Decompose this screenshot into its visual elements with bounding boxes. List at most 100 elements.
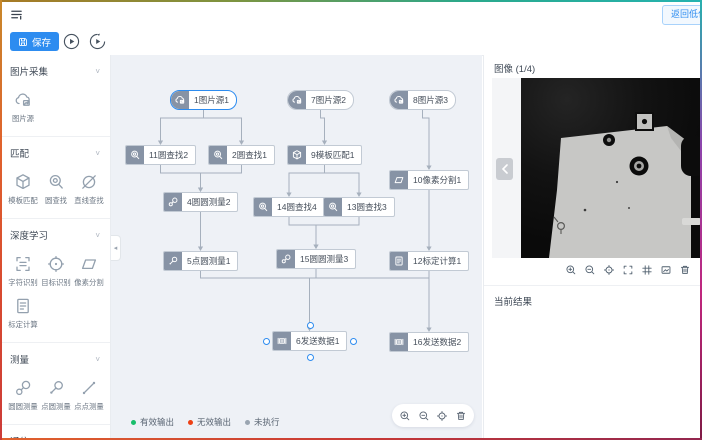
tool-item-标定计算[interactable]: 标定计算 xyxy=(6,292,39,330)
legend-dot xyxy=(245,420,250,425)
zoom-out-icon[interactable] xyxy=(584,264,596,276)
sidebar-section-items: 图片源 xyxy=(0,82,110,128)
tool-item-label: 圆圆测量 xyxy=(8,401,37,411)
cloud-image-icon xyxy=(390,91,408,109)
app-window: 返回低代码 保存 图片采集˅ 图片源匹配˅ 模板匹配圆查找直线查找深度学习˅ 字符识别… xyxy=(0,0,702,440)
tool-item-圆查找[interactable]: 圆查找 xyxy=(39,168,72,206)
flow-node-n11[interactable]: 11圆查找2 xyxy=(125,145,196,165)
send-data-icon xyxy=(390,333,408,351)
flow-node-n4[interactable]: 4圆圆测量2 xyxy=(163,192,238,212)
grid-icon[interactable] xyxy=(641,264,653,276)
zoom-in-icon[interactable] xyxy=(565,264,577,276)
flow-node-n8[interactable]: 8图片源3 xyxy=(389,90,456,110)
circle-find-icon xyxy=(324,198,342,216)
flow-node-n9[interactable]: 9模板匹配1 xyxy=(287,145,362,165)
step-run-icon[interactable] xyxy=(89,33,106,50)
point-point-icon xyxy=(79,378,99,398)
zoom-in-icon[interactable] xyxy=(399,410,411,422)
menu-icon[interactable] xyxy=(10,8,23,26)
tool-item-图片源[interactable]: 图片源 xyxy=(6,86,39,124)
tool-item-label: 点圆测量 xyxy=(41,401,70,411)
flow-node-n5[interactable]: 5点圆测量1 xyxy=(163,251,238,271)
tool-item-label: 标定计算 xyxy=(8,319,37,329)
chevron-down-icon[interactable]: ˅ xyxy=(95,149,100,158)
legend-item: 有效输出 xyxy=(131,416,174,428)
tool-item-直线查找[interactable]: 直线查找 xyxy=(72,168,105,206)
image-viewer xyxy=(492,78,702,258)
chevron-down-icon[interactable]: ˅ xyxy=(95,437,100,440)
selection-handle[interactable] xyxy=(350,338,357,345)
chevron-down-icon[interactable]: ˅ xyxy=(95,67,100,76)
tool-item-点点测量[interactable]: 点点测量 xyxy=(72,374,105,412)
locate-icon[interactable] xyxy=(436,410,448,422)
save-button[interactable]: 保存 xyxy=(10,32,59,51)
circle-find-icon xyxy=(254,198,272,216)
trash-icon[interactable] xyxy=(679,264,691,276)
sidebar-section-title: 测量 xyxy=(10,352,29,366)
circle-find-icon xyxy=(209,146,227,164)
legend-label: 未执行 xyxy=(254,416,280,428)
zoom-out-icon[interactable] xyxy=(418,410,430,422)
selection-handle[interactable] xyxy=(307,322,314,329)
calc-doc-icon xyxy=(390,252,408,270)
flow-edge xyxy=(289,217,316,245)
flow-node-n12[interactable]: 12标定计算1 xyxy=(389,251,469,271)
flow-node-n10[interactable]: 10像素分割1 xyxy=(389,170,469,190)
tool-item-目标识别[interactable]: 目标识别 xyxy=(39,250,72,288)
segment-icon xyxy=(390,171,408,189)
sidebar-section-header[interactable]: 通信˅ xyxy=(0,432,110,440)
flow-node-n7[interactable]: 7图片源2 xyxy=(287,90,354,110)
back-to-lowcode-button[interactable]: 返回低代码 xyxy=(662,5,702,25)
node-label: 8图片源3 xyxy=(408,94,455,106)
flow-canvas[interactable]: ◂ 有效输出 无效输出 未执行 1图片源1 7图片源2 8图片源3 11圆查找2 2圆查找1… xyxy=(111,55,482,440)
tool-item-点圆测量[interactable]: 点圆测量 xyxy=(39,374,72,412)
tool-item-圆圆测量[interactable]: 圆圆测量 xyxy=(6,374,39,412)
flow-node-n1[interactable]: 1图片源1 xyxy=(170,90,237,110)
flow-node-n6[interactable]: 6发送数据1 xyxy=(272,331,347,351)
sidebar-section-header[interactable]: 匹配˅ xyxy=(0,144,110,164)
current-result-title: 当前结果 xyxy=(484,286,702,313)
flow-node-n15[interactable]: 15圆圆测量3 xyxy=(276,249,356,269)
flow-edge xyxy=(310,271,430,327)
flow-node-n2[interactable]: 2圆查找1 xyxy=(208,145,275,165)
node-label: 11圆查找2 xyxy=(144,149,195,161)
legend-item: 无效输出 xyxy=(188,416,231,428)
sidebar-section-items: 圆圆测量点圆测量点点测量 xyxy=(0,370,110,416)
cloud-image-icon xyxy=(13,90,33,110)
locate-icon[interactable] xyxy=(603,264,615,276)
chevron-down-icon[interactable]: ˅ xyxy=(95,355,100,364)
industrial-part-image xyxy=(521,78,702,258)
trash-icon[interactable] xyxy=(455,410,467,422)
node-label: 4圆圆测量2 xyxy=(182,196,237,208)
sidebar-section-header[interactable]: 图片采集˅ xyxy=(0,62,110,82)
node-label: 12标定计算1 xyxy=(408,255,468,267)
chevron-left-icon[interactable] xyxy=(496,158,513,180)
line-find-icon xyxy=(79,172,99,192)
current-result-section: 当前结果 xyxy=(484,285,702,313)
sidebar-section-header[interactable]: 深度学习˅ xyxy=(0,226,110,246)
cube-icon xyxy=(13,172,33,192)
selection-handle[interactable] xyxy=(263,338,270,345)
chevron-down-icon[interactable]: ˅ xyxy=(95,231,100,240)
send-data-icon xyxy=(273,332,291,350)
tool-item-字符识别[interactable]: 字符识别 xyxy=(6,250,39,288)
sidebar-section: 通信˅ xyxy=(0,425,110,440)
flow-node-n16[interactable]: 16发送数据2 xyxy=(389,332,469,352)
compare-icon[interactable] xyxy=(660,264,672,276)
circle-circle-icon xyxy=(277,250,295,268)
sidebar-section-header[interactable]: 测量 ˅ xyxy=(0,350,110,370)
edit-toolbar: 保存 xyxy=(0,28,702,56)
fullscreen-icon[interactable] xyxy=(622,264,634,276)
flow-edge xyxy=(201,165,242,188)
selection-handle[interactable] xyxy=(307,354,314,361)
tool-item-label: 模板匹配 xyxy=(8,195,37,205)
result-panel: 图像 (1/4) xyxy=(483,55,702,440)
status-legend: 有效输出 无效输出 未执行 xyxy=(131,416,280,428)
flow-node-n13[interactable]: 13圆查找3 xyxy=(323,197,395,217)
run-icon[interactable] xyxy=(63,33,80,50)
flow-node-n14[interactable]: 14圆查找4 xyxy=(253,197,325,217)
tool-item-模板匹配[interactable]: 模板匹配 xyxy=(6,168,39,206)
tool-item-像素分割[interactable]: 像素分割 xyxy=(72,250,105,288)
inspection-image[interactable] xyxy=(521,78,702,258)
sidebar-collapse-handle[interactable]: ◂ xyxy=(111,235,121,261)
